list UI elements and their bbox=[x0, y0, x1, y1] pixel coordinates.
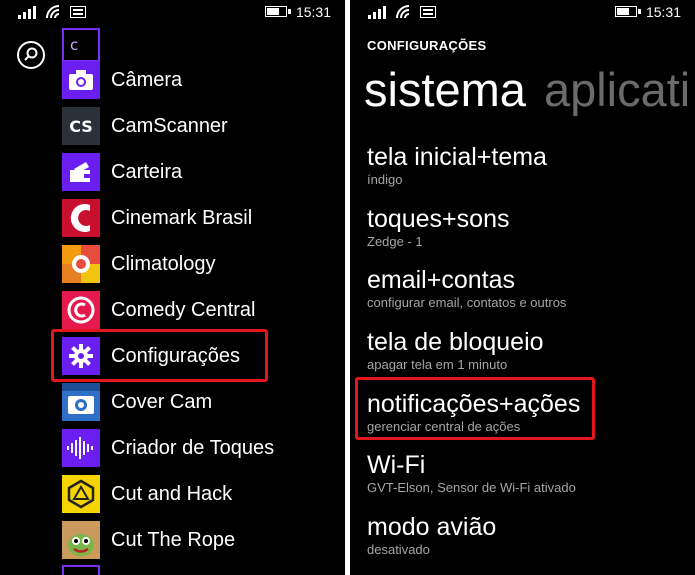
highlight-configuracoes bbox=[51, 329, 268, 382]
climatology-icon bbox=[62, 245, 100, 283]
setting-modo-aviao[interactable]: modo avião desativado bbox=[367, 513, 496, 557]
app-item-climatology[interactable]: Climatology bbox=[62, 245, 215, 283]
comedy-central-icon bbox=[62, 291, 100, 329]
app-name: Cover Cam bbox=[111, 390, 213, 413]
ringtone-maker-icon bbox=[62, 429, 100, 467]
cut-and-hack-icon bbox=[62, 475, 100, 513]
status-bar: 15:31 bbox=[350, 0, 695, 28]
app-item-cut-and-hack[interactable]: Cut and Hack bbox=[62, 475, 232, 513]
letter-group-label: c bbox=[70, 36, 79, 54]
page-title: CONFIGURAÇÕES bbox=[367, 38, 487, 53]
setting-title: tela de bloqueio bbox=[367, 328, 544, 356]
app-name: Climatology bbox=[111, 252, 216, 275]
wifi-icon bbox=[46, 5, 60, 19]
status-time: 15:31 bbox=[645, 4, 681, 20]
setting-toques-sons[interactable]: toques+sons Zedge - 1 bbox=[367, 205, 509, 249]
letter-group-tile[interactable]: c bbox=[62, 28, 100, 62]
setting-title: email+contas bbox=[367, 266, 515, 294]
camscanner-tile-text: CS bbox=[69, 116, 93, 136]
setting-title: tela inicial+tema bbox=[367, 143, 547, 171]
app-name: CamScanner bbox=[111, 114, 228, 137]
pivot-tab-aplicativos[interactable]: aplicati bbox=[544, 63, 690, 116]
camscanner-icon: CS bbox=[62, 107, 100, 145]
app-item-cover-cam[interactable]: Cover Cam bbox=[62, 383, 212, 421]
setting-wi-fi[interactable]: Wi-Fi GVT-Elson, Sensor de Wi-Fi ativado bbox=[367, 451, 576, 495]
app-item-camscanner[interactable]: CS CamScanner bbox=[62, 107, 228, 145]
search-button[interactable] bbox=[17, 41, 45, 69]
status-time: 15:31 bbox=[295, 4, 331, 20]
app-name: Cut The Rope bbox=[111, 528, 236, 551]
pivot-tab-sistema[interactable]: sistema bbox=[364, 63, 526, 116]
settings-screen: 15:31 CONFIGURAÇÕES sistema aplicati tela… bbox=[350, 0, 695, 575]
app-name: Carteira bbox=[111, 160, 183, 183]
setting-email-contas[interactable]: email+contas configurar email, contatos … bbox=[367, 266, 566, 310]
app-name: Comedy Central bbox=[111, 298, 256, 321]
setting-title: modo avião bbox=[367, 513, 497, 541]
next-letter-tile[interactable] bbox=[62, 565, 100, 575]
setting-subtitle: GVT-Elson, Sensor de Wi-Fi ativado bbox=[367, 480, 576, 495]
setting-subtitle: índigo bbox=[367, 172, 403, 187]
setting-subtitle: Zedge - 1 bbox=[367, 234, 423, 249]
message-icon bbox=[420, 6, 436, 18]
highlight-notificacoes bbox=[355, 377, 595, 440]
setting-title: Wi-Fi bbox=[367, 451, 426, 479]
battery-icon bbox=[265, 6, 287, 17]
app-item-criador-de-toques[interactable]: Criador de Toques bbox=[62, 429, 274, 467]
app-list-screen: 15:31 c Câmera CS CamScanner Carteira Ci… bbox=[0, 0, 345, 575]
setting-tela-de-bloqueio[interactable]: tela de bloqueio apagar tela em 1 minuto bbox=[367, 328, 544, 372]
app-name: Cinemark Brasil bbox=[111, 206, 253, 229]
signal-icon bbox=[18, 6, 36, 19]
cinemark-icon bbox=[62, 199, 100, 237]
app-item-comedy-central[interactable]: Comedy Central bbox=[62, 291, 256, 329]
app-item-cinemark[interactable]: Cinemark Brasil bbox=[62, 199, 252, 237]
camera-icon bbox=[62, 61, 100, 99]
pivot-header: sistema aplicati bbox=[364, 62, 690, 117]
app-name: Cut and Hack bbox=[111, 482, 233, 505]
app-item-camera[interactable]: Câmera bbox=[62, 61, 182, 99]
cut-the-rope-icon bbox=[62, 521, 100, 559]
cover-cam-icon bbox=[62, 383, 100, 421]
setting-subtitle: apagar tela em 1 minuto bbox=[367, 357, 508, 372]
wifi-icon bbox=[396, 5, 410, 19]
setting-subtitle: desativado bbox=[367, 542, 430, 557]
search-icon bbox=[24, 47, 38, 61]
setting-tela-inicial-tema[interactable]: tela inicial+tema índigo bbox=[367, 143, 547, 187]
status-bar: 15:31 bbox=[0, 0, 345, 28]
app-name: Câmera bbox=[111, 68, 183, 91]
signal-icon bbox=[368, 6, 386, 19]
wallet-icon bbox=[62, 153, 100, 191]
app-item-cut-the-rope[interactable]: Cut The Rope bbox=[62, 521, 235, 559]
message-icon bbox=[70, 6, 86, 18]
setting-title: toques+sons bbox=[367, 205, 510, 233]
app-item-carteira[interactable]: Carteira bbox=[62, 153, 182, 191]
setting-subtitle: configurar email, contatos e outros bbox=[367, 295, 567, 310]
app-name: Criador de Toques bbox=[111, 436, 275, 459]
battery-icon bbox=[615, 6, 637, 17]
